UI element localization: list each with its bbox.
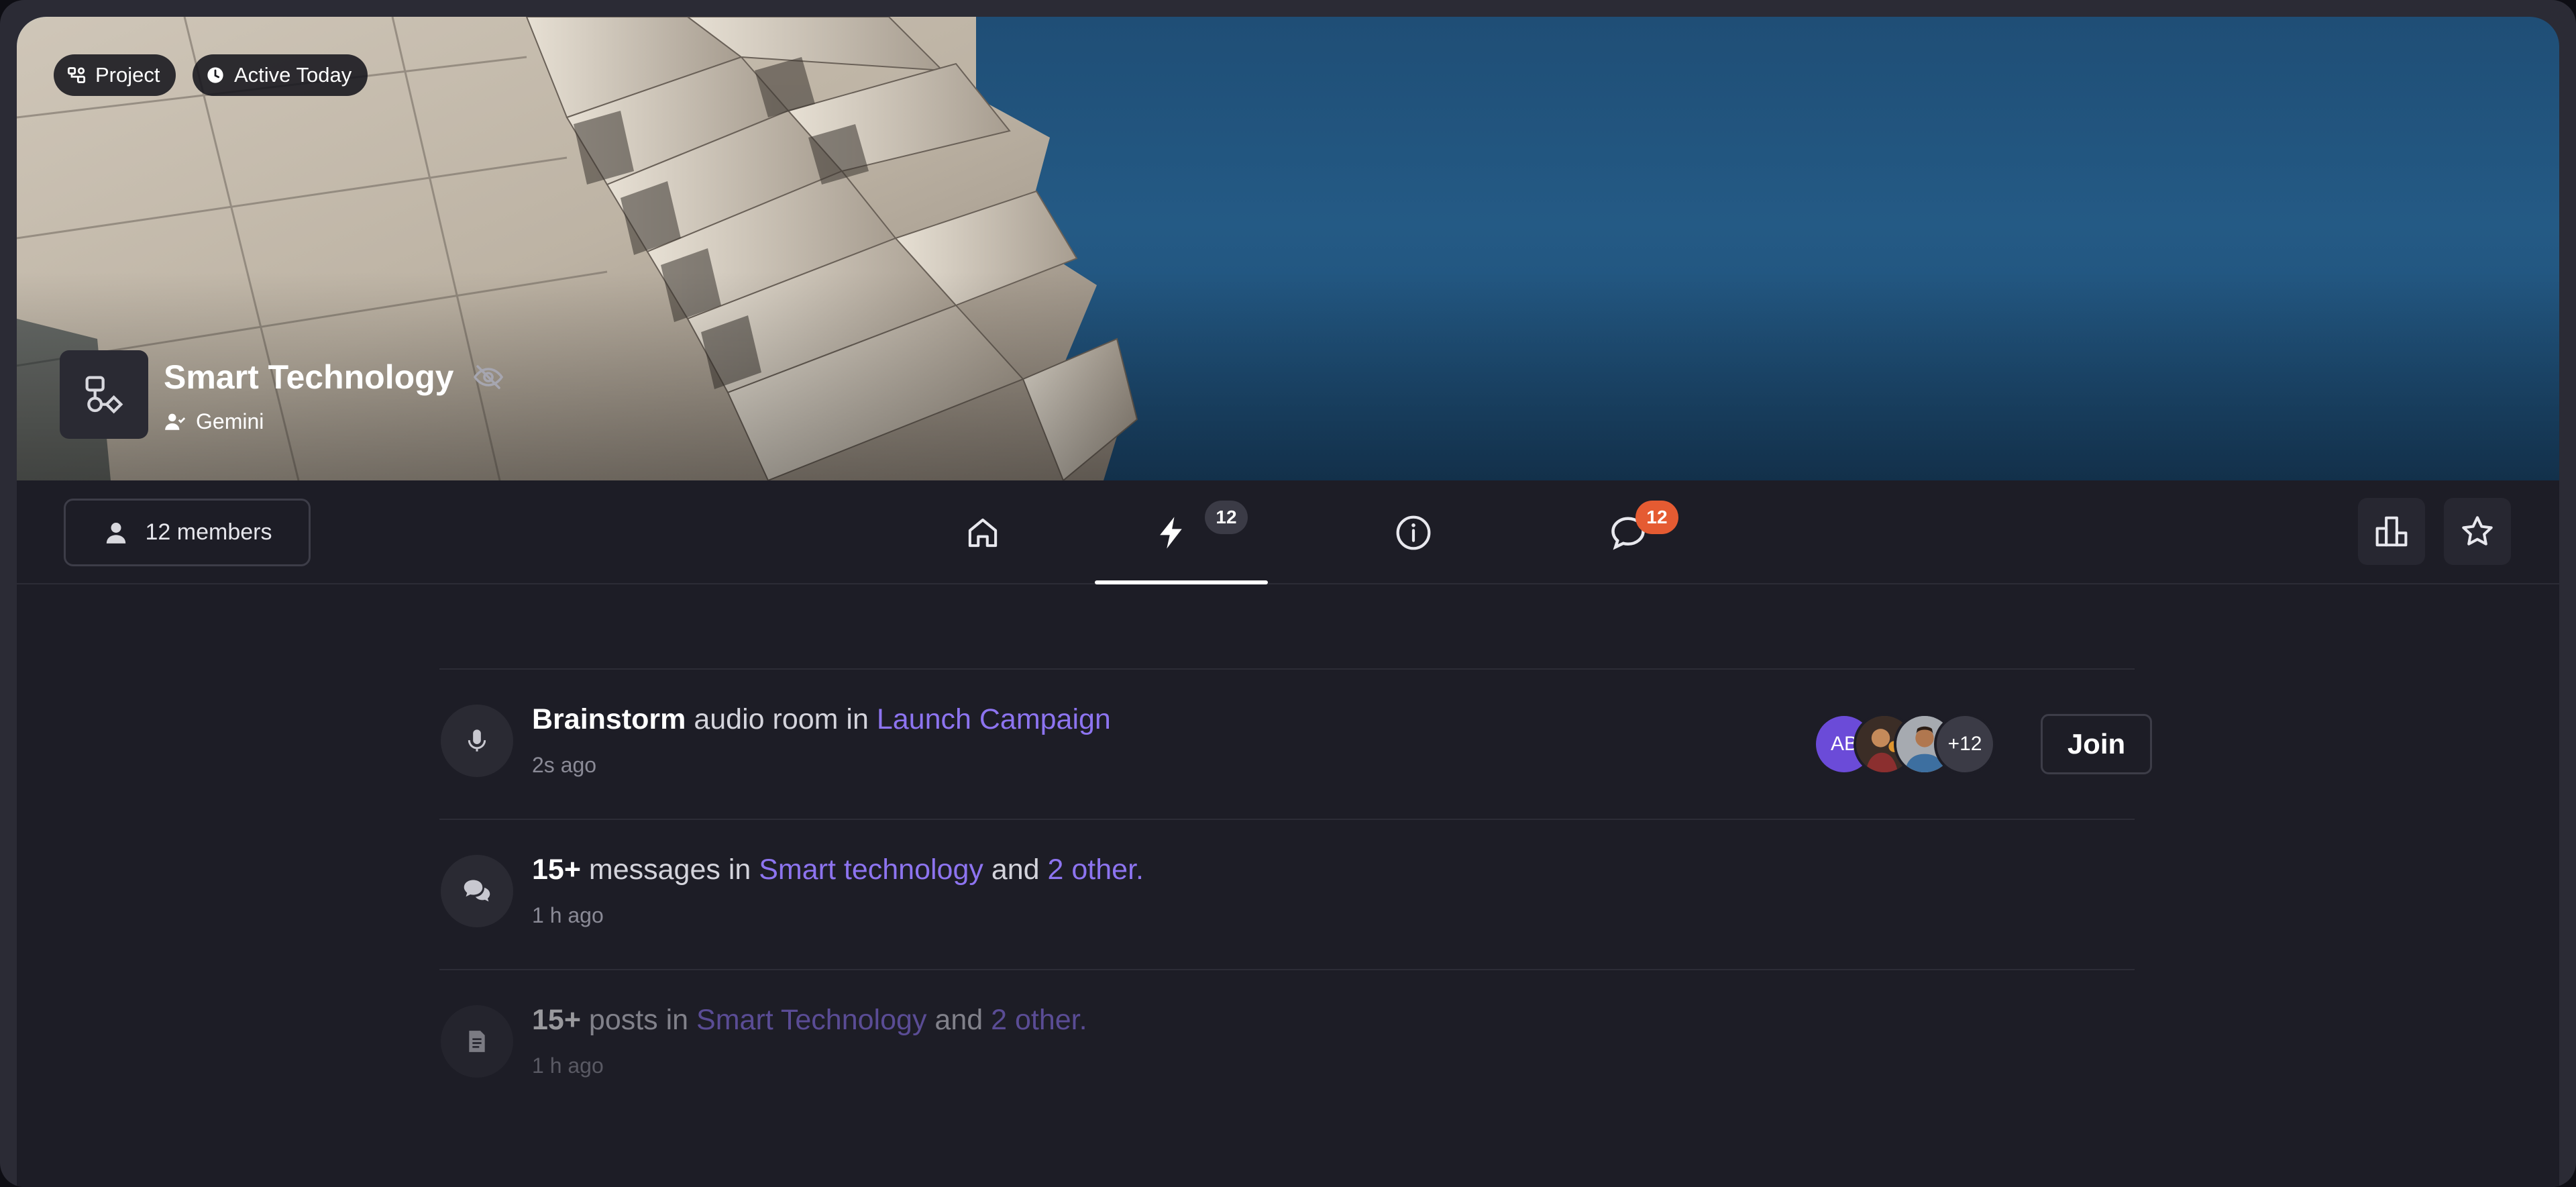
feed-text: posts in [580, 1004, 697, 1036]
user-icon [106, 522, 125, 544]
feed-item-text: 15+ posts in Smart Technology and 2 othe… [532, 1004, 1087, 1037]
workflow-icon [85, 376, 123, 414]
banner-gradient [17, 17, 2559, 480]
star-icon [2462, 516, 2493, 546]
feed-item-icon [441, 855, 513, 927]
feed-item-time: 1 h ago [532, 903, 604, 927]
feed-text: and [926, 1004, 991, 1036]
leaderboard-icon [2375, 516, 2408, 547]
active-today-chip-label: Active Today [234, 63, 352, 87]
feed-item-posts[interactable]: 15+ posts in Smart Technology and 2 othe… [439, 970, 2135, 1119]
avatar-more-count: +12 [1934, 713, 1996, 775]
project-avatar-tile [60, 350, 148, 439]
info-icon [1396, 515, 1431, 550]
feed-text: messages in [580, 854, 759, 886]
cover-banner: Project Active Today Smart Technology Ge… [17, 17, 2559, 480]
project-owner-name: Gemini [196, 409, 264, 433]
members-count-label: 12 members [145, 519, 272, 545]
feed-text: audio room in [686, 703, 877, 735]
tab-info[interactable] [1377, 480, 1450, 584]
tab-chat[interactable]: 12 [1591, 480, 1692, 584]
users-icon [165, 413, 186, 430]
project-chip[interactable]: Project [54, 54, 176, 96]
feed-item-text: 15+ messages in Smart technology and 2 o… [532, 854, 1144, 886]
participant-avatars[interactable]: AB +12 [1813, 713, 2015, 775]
post-count: 15+ [532, 1004, 581, 1036]
feed-text: and [983, 854, 1048, 886]
feed-item-messages[interactable]: 15+ messages in Smart technology and 2 o… [439, 820, 2135, 969]
activity-badge: 12 [1205, 501, 1248, 534]
smart-technology-link[interactable]: Smart Technology [696, 1004, 926, 1036]
feed-item-text: Brainstorm audio room in Launch Campaign [532, 703, 1111, 736]
chat-bubbles-icon [464, 880, 490, 902]
feed-item-time: 1 h ago [532, 1053, 604, 1078]
window-frame: Project Active Today Smart Technology Ge… [0, 0, 2576, 1187]
lightning-icon [1160, 516, 1182, 549]
other-channels-link[interactable]: 2 other. [1048, 854, 1144, 886]
message-count: 15+ [532, 854, 581, 886]
active-today-chip[interactable]: Active Today [193, 54, 368, 96]
other-channels-link[interactable]: 2 other. [991, 1004, 1087, 1036]
smart-technology-link[interactable]: Smart technology [759, 854, 983, 886]
chat-badge: 12 [1635, 501, 1678, 534]
flow-icon [67, 67, 86, 83]
app-window: Project Active Today Smart Technology Ge… [17, 17, 2559, 1187]
home-icon [968, 518, 998, 547]
project-chip-label: Project [95, 63, 160, 87]
project-owner-row: Gemini [164, 406, 264, 437]
tab-home[interactable] [946, 480, 1020, 584]
microphone-icon [468, 729, 486, 752]
feed-item-icon [441, 705, 513, 777]
tab-activity[interactable]: 12 [1095, 480, 1268, 584]
eye-off-icon[interactable] [472, 361, 504, 393]
launch-campaign-link[interactable]: Launch Campaign [877, 703, 1111, 735]
members-button[interactable]: 12 members [64, 499, 311, 566]
join-audio-room-button[interactable]: Join [2041, 714, 2152, 774]
document-icon [469, 1031, 485, 1052]
leaderboard-button[interactable] [2358, 498, 2425, 565]
project-title: Smart Technology [164, 358, 454, 396]
feed-item-icon [441, 1005, 513, 1078]
feed-item-time: 2s ago [532, 753, 597, 777]
project-title-row: Smart Technology [164, 354, 504, 401]
project-toolbar: 12 members 12 12 [17, 480, 2559, 584]
clock-icon [207, 67, 223, 83]
favorite-button[interactable] [2444, 498, 2511, 565]
feed-item-audio-room[interactable]: Brainstorm audio room in Launch Campaign… [439, 670, 2152, 819]
audio-room-name: Brainstorm [532, 703, 686, 735]
